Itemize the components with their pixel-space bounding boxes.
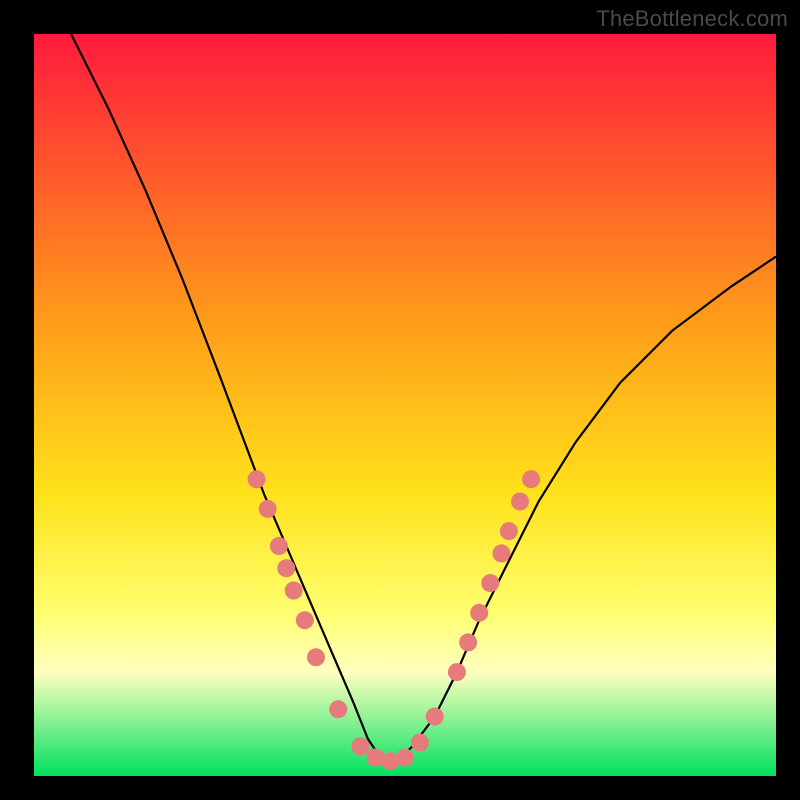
data-point: [285, 582, 303, 600]
bottleneck-curve-plot: [0, 0, 800, 800]
data-point: [296, 611, 314, 629]
data-point: [470, 604, 488, 622]
data-point: [259, 500, 277, 518]
data-point: [329, 700, 347, 718]
gradient-panel: [34, 34, 776, 776]
data-point: [307, 648, 325, 666]
data-point: [459, 633, 477, 651]
data-point: [277, 559, 295, 577]
chart-frame: TheBottleneck.com: [0, 0, 800, 800]
data-point: [411, 734, 429, 752]
data-point: [448, 663, 466, 681]
data-point: [500, 522, 518, 540]
data-point: [396, 749, 414, 767]
data-point: [270, 537, 288, 555]
data-point: [248, 470, 266, 488]
data-point: [481, 574, 499, 592]
data-point: [511, 493, 529, 511]
data-point: [493, 544, 511, 562]
watermark-text: TheBottleneck.com: [596, 6, 788, 32]
data-point: [352, 737, 370, 755]
data-point: [426, 708, 444, 726]
data-point: [522, 470, 540, 488]
